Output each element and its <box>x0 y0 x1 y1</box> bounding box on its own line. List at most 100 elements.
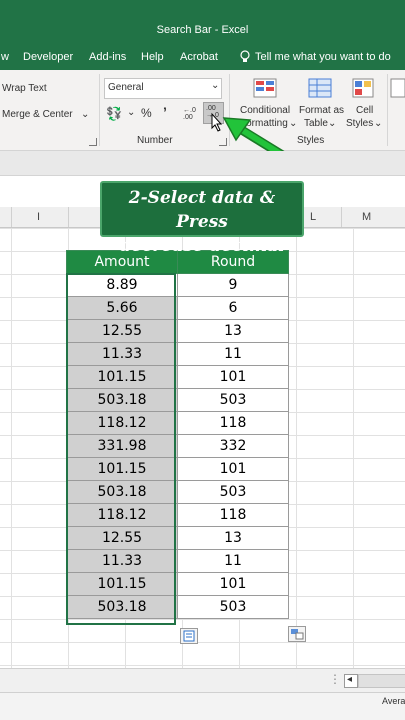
number-format-select[interactable]: General ⌄ <box>104 78 222 99</box>
table-row: 101.15 101 <box>66 365 289 389</box>
tab-developer[interactable]: Developer <box>23 51 73 63</box>
table-row: 118.12 118 <box>66 411 289 435</box>
amount-cell[interactable]: 503.18 <box>66 595 178 619</box>
tutorial-caption: 2-Select data & Press decrease decimal <box>100 181 304 256</box>
accounting-dropdown-icon[interactable]: ⌄ <box>127 107 135 118</box>
table-row: 5.66 6 <box>66 296 289 320</box>
amount-cell[interactable]: 12.55 <box>66 526 178 550</box>
round-cell[interactable]: 118 <box>177 503 289 527</box>
amount-cell[interactable]: 8.89 <box>66 273 178 297</box>
horizontal-scroll-area: ⋮ ◂ <box>0 668 405 693</box>
tell-me-label: Tell me what you want to do <box>255 50 391 63</box>
table-row: 118.12 118 <box>66 503 289 527</box>
status-bar: Avera <box>0 692 405 720</box>
table-row: 503.18 503 <box>66 480 289 504</box>
title-bar: Search Bar - Excel <box>0 0 405 44</box>
round-cell[interactable]: 11 <box>177 549 289 573</box>
amount-cell[interactable]: 331.98 <box>66 434 178 458</box>
tab-help[interactable]: Help <box>141 51 164 63</box>
chevron-down-icon[interactable]: ⌄ <box>328 118 336 129</box>
round-cell[interactable]: 11 <box>177 342 289 366</box>
merge-center-button[interactable]: Merge & Center <box>2 109 73 120</box>
amount-cell[interactable]: 11.33 <box>66 342 178 366</box>
number-group-label: Number <box>137 135 173 146</box>
paste-options-icon[interactable] <box>288 626 306 642</box>
round-cell[interactable]: 503 <box>177 388 289 412</box>
amount-cell[interactable]: 5.66 <box>66 296 178 320</box>
window-title: Search Bar - Excel <box>156 24 249 36</box>
conditional-formatting-icon <box>253 78 277 98</box>
table-row: 101.15 101 <box>66 457 289 481</box>
amount-cell[interactable]: 503.18 <box>66 388 178 412</box>
round-cell[interactable]: 503 <box>177 595 289 619</box>
table-row: 503.18 503 <box>66 595 289 619</box>
tab-add-ins[interactable]: Add-ins <box>89 51 126 63</box>
table-row: 12.55 13 <box>66 319 289 343</box>
tab-acrobat[interactable]: Acrobat <box>180 51 218 63</box>
round-cell[interactable]: 118 <box>177 411 289 435</box>
format-as-table-icon <box>308 78 332 98</box>
cell-styles-label-1[interactable]: Cell <box>356 105 373 116</box>
alignment-launcher-icon[interactable] <box>89 138 97 146</box>
tell-me-search[interactable]: Tell me what you want to do <box>240 50 391 63</box>
caret-left-icon: ◂ <box>347 674 353 685</box>
format-as-table-label-2[interactable]: Table <box>304 118 328 129</box>
table-row: 331.98 332 <box>66 434 289 458</box>
chevron-down-icon[interactable]: ⌄ <box>374 118 382 129</box>
ribbon-home: Wrap Text Merge & Center ⌄ General ⌄ 💱 ⌄… <box>0 70 405 151</box>
status-average: Avera <box>382 696 405 706</box>
accounting-format-icon[interactable]: 💱 <box>106 106 122 122</box>
table-row: 503.18 503 <box>66 388 289 412</box>
column-header-l[interactable]: L <box>310 211 316 223</box>
insert-cells-icon <box>390 78 405 98</box>
table-row: 8.89 9 <box>66 273 289 297</box>
number-format-value: General <box>108 82 144 93</box>
amount-cell[interactable]: 118.12 <box>66 503 178 527</box>
table-row: 12.55 13 <box>66 526 289 550</box>
divider <box>387 74 388 146</box>
amount-cell[interactable]: 12.55 <box>66 319 178 343</box>
round-cell[interactable]: 101 <box>177 457 289 481</box>
divider <box>99 74 100 146</box>
column-header-i[interactable]: I <box>37 211 40 223</box>
horizontal-scrollbar[interactable] <box>358 674 405 688</box>
percent-style-button[interactable]: % <box>141 106 152 120</box>
amount-cell[interactable]: 101.15 <box>66 365 178 389</box>
scroll-left-button[interactable]: ◂ <box>344 674 358 688</box>
column-header-m[interactable]: M <box>362 211 371 223</box>
amount-cell[interactable]: 101.15 <box>66 457 178 481</box>
ribbon-tabs: w Developer Add-ins Help Acrobat Tell me… <box>0 44 405 70</box>
amount-cell[interactable]: 101.15 <box>66 572 178 596</box>
amount-cell[interactable]: 503.18 <box>66 480 178 504</box>
wrap-text-button[interactable]: Wrap Text <box>2 83 47 94</box>
table-row: 11.33 11 <box>66 549 289 573</box>
format-as-table-label-1[interactable]: Format as <box>299 105 344 116</box>
styles-group-label: Styles <box>297 135 325 146</box>
quick-analysis-icon[interactable] <box>180 628 198 644</box>
table-row: 11.33 11 <box>66 342 289 366</box>
cell-styles-icon <box>352 78 374 98</box>
round-cell[interactable]: 6 <box>177 296 289 320</box>
tab-view[interactable]: w <box>1 51 9 63</box>
round-cell[interactable]: 101 <box>177 365 289 389</box>
lightbulb-icon <box>240 50 250 62</box>
round-cell[interactable]: 101 <box>177 572 289 596</box>
merge-dropdown-icon[interactable]: ⌄ <box>81 109 89 120</box>
increase-decimal-button[interactable]: ←.0 .00 <box>183 107 199 121</box>
amount-cell[interactable]: 118.12 <box>66 411 178 435</box>
round-cell[interactable]: 13 <box>177 319 289 343</box>
table-row: 101.15 101 <box>66 572 289 596</box>
comma-style-button[interactable]: ’ <box>163 104 167 120</box>
cell-styles-label-2[interactable]: Styles <box>346 118 373 129</box>
round-cell[interactable]: 503 <box>177 480 289 504</box>
caption-line-2: decrease decimal <box>119 236 285 256</box>
more-options-icon[interactable]: ⋮ <box>329 672 341 686</box>
chevron-down-icon: ⌄ <box>211 80 220 91</box>
round-cell[interactable]: 13 <box>177 526 289 550</box>
caption-line-1: 2-Select data & Press <box>128 188 276 232</box>
round-cell[interactable]: 9 <box>177 273 289 297</box>
amount-cell[interactable]: 11.33 <box>66 549 178 573</box>
round-cell[interactable]: 332 <box>177 434 289 458</box>
data-table: Amount Round 8.89 9 5.66 6 12.55 13 11.33 11… <box>66 250 289 619</box>
excel-window: Search Bar - Excel w Developer Add-ins H… <box>0 0 405 720</box>
